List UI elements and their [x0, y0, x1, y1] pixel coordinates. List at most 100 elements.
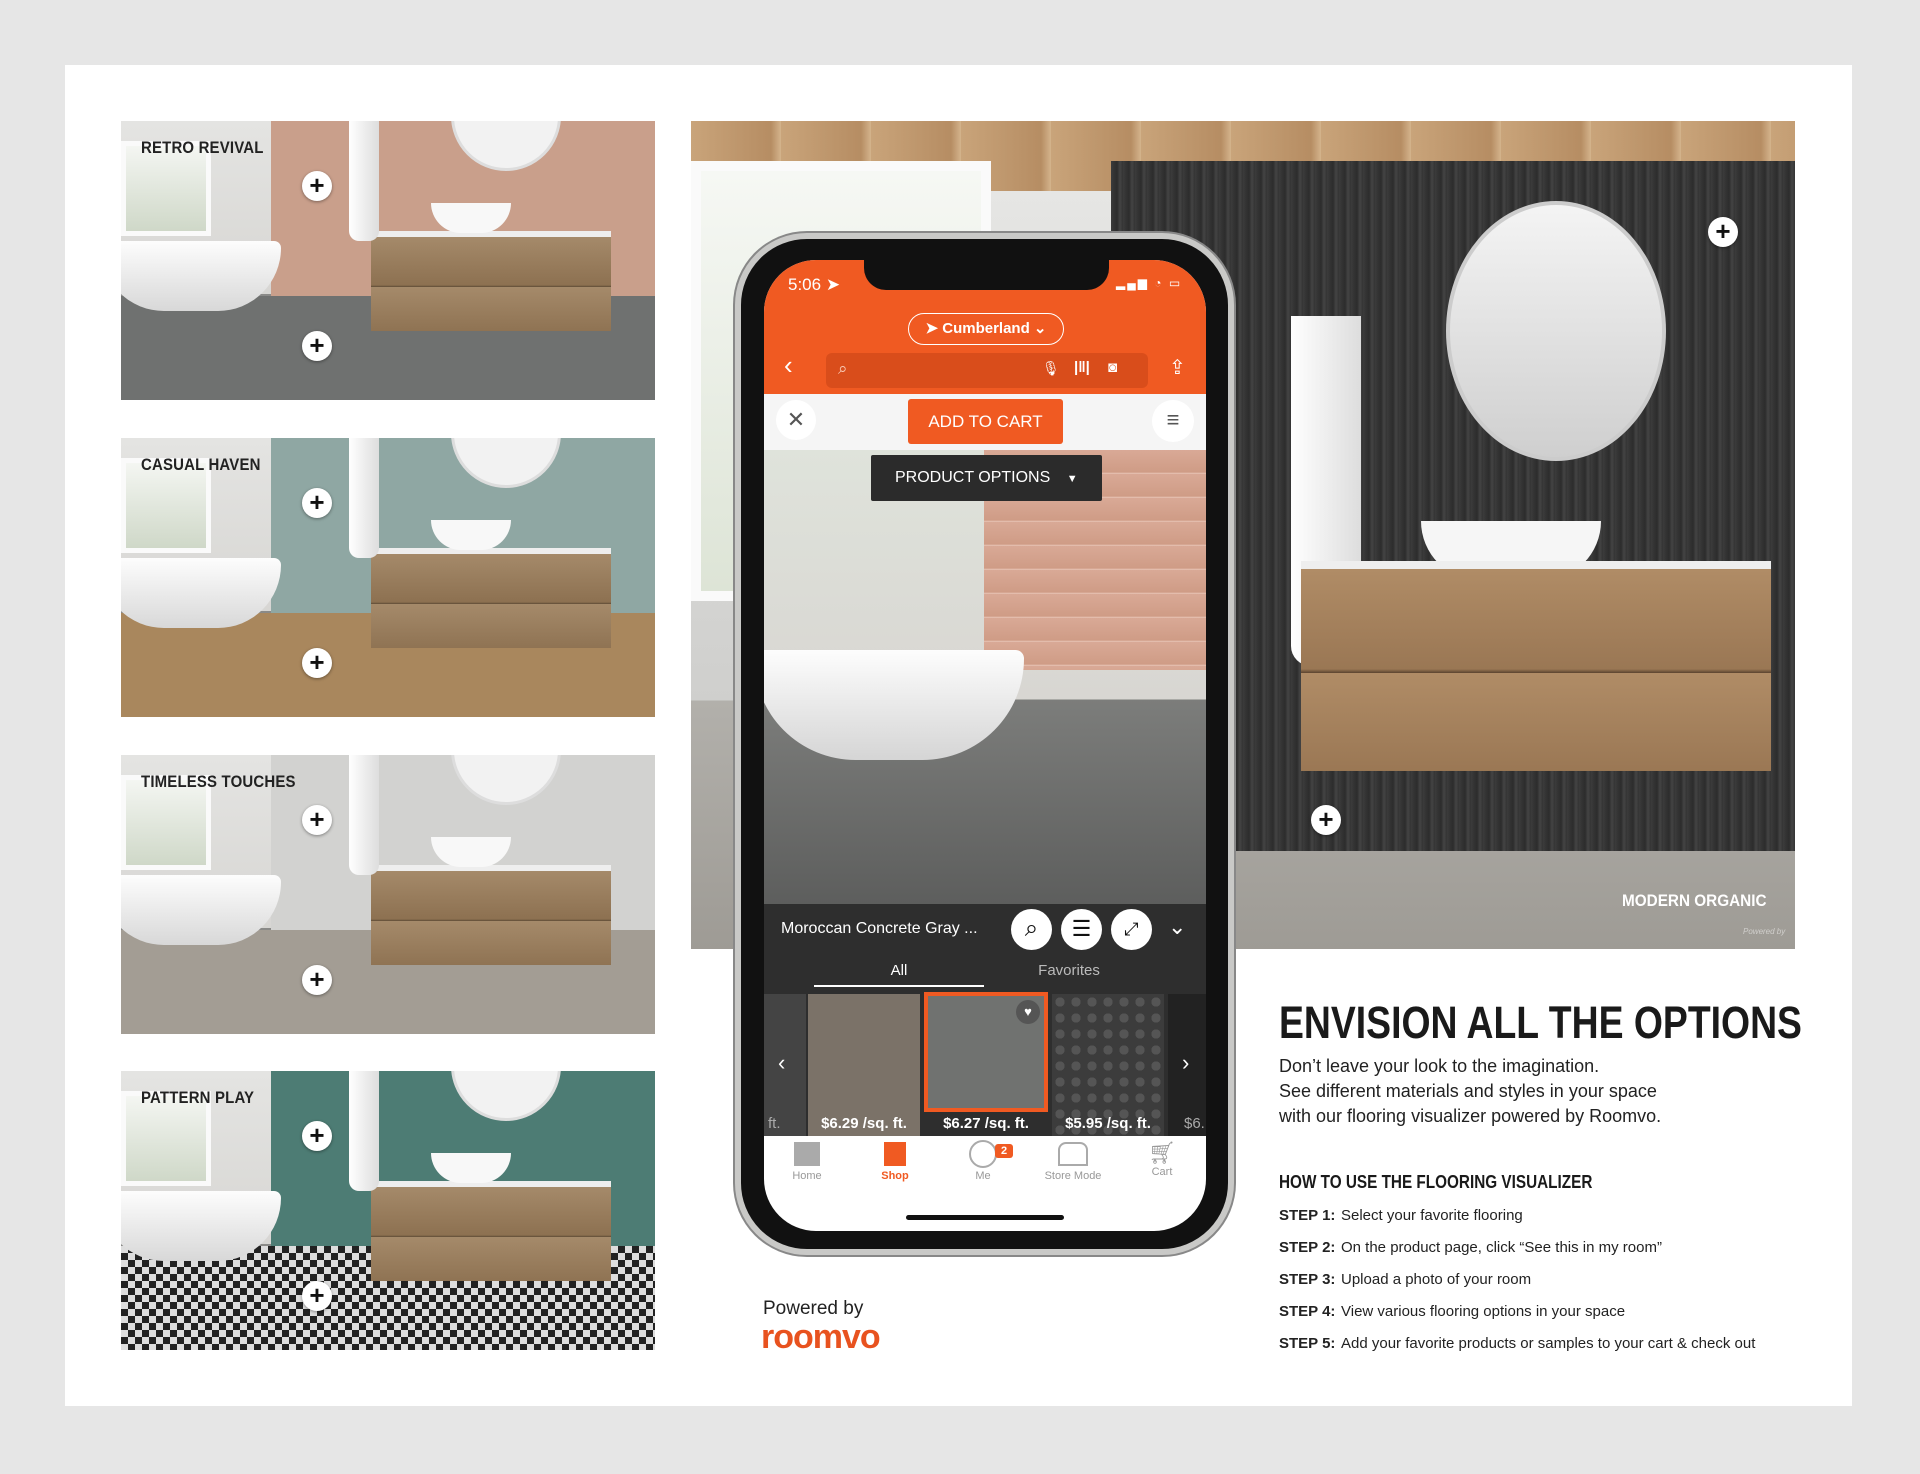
home-depot-logo-icon [794, 1142, 820, 1166]
step-item: STEP 3: Upload a photo of your room [1279, 1271, 1531, 1288]
towel [349, 438, 379, 558]
mirror [1446, 201, 1666, 461]
tile-swatch-selected[interactable]: ♥ [924, 992, 1048, 1112]
room-style-thumbnail[interactable]: RETRO REVIVAL + + [121, 121, 655, 400]
room-style-thumbnail[interactable]: CASUAL HAVEN + + [121, 438, 655, 717]
add-to-cart-button[interactable]: ADD TO CART [908, 399, 1063, 444]
price-label: ft. [768, 1115, 781, 1132]
room-style-thumbnail[interactable]: PATTERN PLAY + + [121, 1071, 655, 1350]
barcode-icon[interactable]: |‖| [1074, 359, 1090, 376]
location-arrow-icon: ➤ [825, 275, 841, 294]
towel [349, 1071, 379, 1191]
price-label: $6.29 /sq. ft. [821, 1115, 907, 1132]
step-item: STEP 4: View various flooring options in … [1279, 1303, 1625, 1320]
carousel-prev-icon[interactable]: ‹ [778, 1050, 785, 1076]
heart-icon[interactable]: ♥ [1016, 1000, 1040, 1024]
close-icon[interactable]: ✕ [776, 400, 816, 440]
hotspot-plus-icon[interactable]: + [302, 805, 332, 835]
hotspot-plus-icon[interactable]: + [302, 1281, 332, 1311]
hotspot-plus-icon[interactable]: + [1311, 805, 1341, 835]
hero-label: MODERN ORGANIC [1622, 891, 1767, 910]
nav-shop-label: Shop [881, 1170, 909, 1182]
time-text: 5:06 [788, 275, 822, 294]
price-label: $6.27 /sq. ft. [943, 1115, 1029, 1132]
search-input[interactable]: ⌕ 🎙 |‖| ◙ [826, 353, 1148, 388]
tab-all[interactable]: All [814, 962, 984, 987]
watermark: Powered by [1743, 927, 1786, 936]
intro-line: with our flooring visualizer powered by … [1279, 1106, 1662, 1126]
product-options-dropdown[interactable]: PRODUCT OPTIONS ▼ [871, 455, 1102, 501]
microphone-icon[interactable]: 🎙 [1042, 360, 1060, 377]
nav-cart[interactable]: 🛒︎ Cart [1118, 1136, 1206, 1178]
store-icon [1058, 1142, 1088, 1166]
back-chevron-icon[interactable]: ‹ [784, 350, 793, 381]
intro-line: See different materials and styles in yo… [1279, 1081, 1657, 1101]
towel [349, 121, 379, 241]
nav-me[interactable]: Me 2 [939, 1136, 1027, 1182]
style-label: TIMELESS TOUCHES [141, 772, 296, 791]
step-label: STEP 4: [1279, 1303, 1336, 1320]
notch [864, 260, 1109, 290]
vanity [371, 231, 611, 331]
intro-line: Don’t leave your look to the imagination… [1279, 1056, 1600, 1076]
product-name: Moroccan Concrete Gray ... [781, 920, 978, 937]
step-item: STEP 1: Select your favorite flooring [1279, 1207, 1523, 1224]
hotspot-plus-icon[interactable]: + [302, 1121, 332, 1151]
filter-icon[interactable]: ☰ [1061, 909, 1102, 950]
howto-heading: HOW TO USE THE FLOORING VISUALIZER [1279, 1172, 1593, 1192]
nav-store-mode[interactable]: Store Mode [1029, 1136, 1117, 1182]
phone-screen: 5:06 ➤ ▂▄▆ ◔ ▭ ➤ Cumberland ⌄ ‹ ⌕ 🎙 |‖| … [764, 260, 1206, 1231]
nav-home-label: Home [792, 1170, 822, 1182]
search-icon: ⌕ [838, 359, 848, 378]
price-label: $6. [1184, 1115, 1205, 1132]
roomvo-logo: roomvo [761, 1318, 881, 1356]
camera-icon[interactable]: ◙ [1108, 359, 1117, 376]
nav-store-mode-label: Store Mode [1044, 1170, 1102, 1182]
powered-by-text: Powered by [763, 1298, 864, 1319]
caret-down-icon: ▼ [1066, 473, 1078, 485]
hotspot-plus-icon[interactable]: + [1708, 217, 1738, 247]
nav-shop[interactable]: Shop [851, 1136, 939, 1182]
hotspot-plus-icon[interactable]: + [302, 965, 332, 995]
step-item: STEP 2: On the product page, click “See t… [1279, 1239, 1662, 1256]
nav-me-label: Me [975, 1170, 991, 1182]
intro-text: Don’t leave your look to the imagination… [1279, 1054, 1661, 1129]
menu-icon[interactable]: ≡ [1152, 400, 1194, 442]
price-label: $5.95 /sq. ft. [1065, 1115, 1151, 1132]
carousel-next-icon[interactable]: › [1182, 1050, 1189, 1076]
bathtub [764, 650, 1024, 760]
user-icon [969, 1140, 997, 1168]
towel [349, 755, 379, 875]
search-icon[interactable]: ⌕ [1011, 909, 1052, 950]
step-text: Upload a photo of your room [1341, 1271, 1532, 1288]
vanity [371, 548, 611, 648]
step-text: On the product page, click “See this in … [1341, 1239, 1662, 1256]
step-label: STEP 1: [1279, 1207, 1336, 1224]
nav-home[interactable]: Home [763, 1136, 851, 1182]
home-indicator [906, 1215, 1064, 1220]
location-selector[interactable]: ➤ Cumberland ⌄ [908, 313, 1064, 345]
share-icon[interactable]: ⇪ [1169, 355, 1186, 380]
style-label: PATTERN PLAY [141, 1088, 255, 1107]
style-label: CASUAL HAVEN [141, 455, 261, 474]
step-text: Add your favorite products or samples to… [1341, 1335, 1756, 1352]
location-text: Cumberland [942, 320, 1030, 337]
expand-icon[interactable]: ⤢ [1111, 909, 1152, 950]
hotspot-plus-icon[interactable]: + [302, 648, 332, 678]
product-options-label: PRODUCT OPTIONS [895, 469, 1051, 486]
collapse-chevron-icon[interactable]: ⌄ [1168, 914, 1186, 940]
notification-badge: 2 [995, 1144, 1014, 1158]
style-label: RETRO REVIVAL [141, 138, 264, 157]
room-style-thumbnail[interactable]: TIMELESS TOUCHES + + [121, 755, 655, 1034]
status-icons: ▂▄▆ ◔ ▭ [1116, 276, 1183, 290]
vanity [371, 865, 611, 965]
hotspot-plus-icon[interactable]: + [302, 331, 332, 361]
vanity [371, 1181, 611, 1281]
step-item: STEP 5: Add your favorite products or sam… [1279, 1335, 1755, 1352]
tab-favorites[interactable]: Favorites [984, 962, 1154, 979]
vanity [1301, 561, 1771, 771]
step-label: STEP 3: [1279, 1271, 1336, 1288]
hotspot-plus-icon[interactable]: + [302, 488, 332, 518]
page-heading: ENVISION ALL THE OPTIONS [1279, 997, 1802, 1048]
hotspot-plus-icon[interactable]: + [302, 171, 332, 201]
